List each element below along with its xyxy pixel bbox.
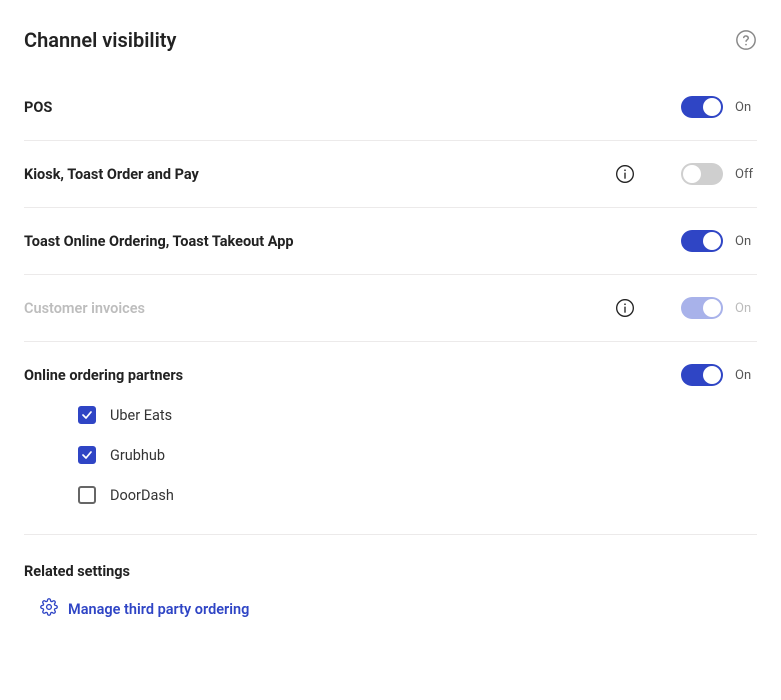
- partner-item-ubereats: Uber Eats: [78, 406, 757, 424]
- partner-label: Uber Eats: [110, 407, 172, 424]
- manage-third-party-link[interactable]: Manage third party ordering: [24, 598, 249, 620]
- partner-item-grubhub: Grubhub: [78, 446, 757, 464]
- channel-label: Customer invoices: [24, 300, 145, 317]
- checkbox-doordash[interactable]: [78, 486, 96, 504]
- help-icon[interactable]: [735, 29, 757, 51]
- checkbox-grubhub[interactable]: [78, 446, 96, 464]
- partner-label: Grubhub: [110, 447, 165, 464]
- channel-label: Toast Online Ordering, Toast Takeout App: [24, 233, 294, 250]
- info-icon[interactable]: [615, 298, 635, 318]
- toggle-state: On: [735, 301, 757, 316]
- info-icon[interactable]: [615, 164, 635, 184]
- related-title: Related settings: [24, 563, 757, 580]
- channel-row-kiosk: Kiosk, Toast Order and Pay Off: [24, 141, 757, 208]
- gear-icon: [40, 598, 58, 620]
- partner-label: DoorDash: [110, 487, 174, 504]
- toggle-olo[interactable]: [681, 230, 723, 252]
- related-settings-section: Related settings Manage third party orde…: [24, 535, 757, 620]
- partners-section: Online ordering partners On Uber Eats Gr…: [24, 342, 757, 535]
- toggle-state: On: [735, 100, 757, 115]
- partner-item-doordash: DoorDash: [78, 486, 757, 504]
- related-link-text: Manage third party ordering: [68, 601, 249, 618]
- channel-label: POS: [24, 99, 52, 116]
- toggle-state: On: [735, 368, 757, 383]
- toggle-state: Off: [735, 167, 757, 182]
- channel-row-olo: Toast Online Ordering, Toast Takeout App…: [24, 208, 757, 275]
- checkbox-ubereats[interactable]: [78, 406, 96, 424]
- channel-row-invoices: Customer invoices On: [24, 275, 757, 342]
- toggle-kiosk[interactable]: [681, 163, 723, 185]
- page-title: Channel visibility: [24, 28, 176, 52]
- partners-label: Online ordering partners: [24, 367, 183, 384]
- channel-row-pos: POS On: [24, 74, 757, 141]
- channel-label: Kiosk, Toast Order and Pay: [24, 166, 199, 183]
- toggle-pos[interactable]: [681, 96, 723, 118]
- toggle-state: On: [735, 234, 757, 249]
- toggle-invoices: [681, 297, 723, 319]
- toggle-partners[interactable]: [681, 364, 723, 386]
